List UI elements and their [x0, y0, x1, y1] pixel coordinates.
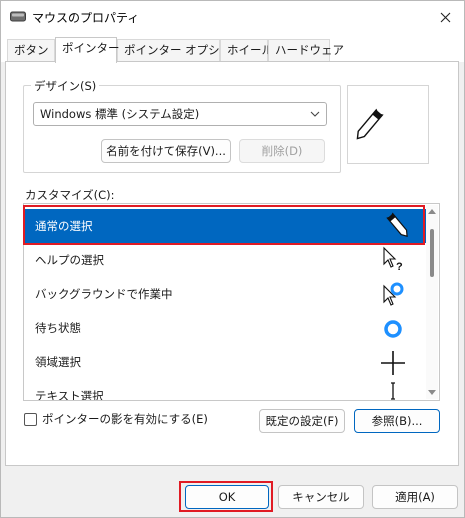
- list-item-label: テキスト選択: [35, 389, 104, 401]
- normal-select-preview-icon: [356, 108, 384, 140]
- scroll-down-icon[interactable]: [428, 390, 436, 395]
- design-group-label: デザイン(S): [31, 78, 100, 94]
- list-item[interactable]: ヘルプの選択 ?: [25, 243, 427, 277]
- pointer-scheme-value: Windows 標準 (システム設定): [40, 107, 200, 121]
- title-bar: マウスのプロパティ: [1, 1, 464, 34]
- pointer-shadow-checkbox[interactable]: [24, 412, 37, 426]
- close-button[interactable]: [432, 5, 458, 29]
- pointer-shadow-option[interactable]: ポインターの影を有効にする(E): [24, 411, 208, 427]
- cursor-preview: [347, 85, 429, 164]
- browse-button[interactable]: 参照(B)...: [354, 409, 440, 433]
- list-item-label: 待ち状態: [35, 321, 81, 335]
- working-in-background-cursor-icon: [383, 282, 404, 306]
- tab-hardware[interactable]: ハードウェア: [268, 39, 344, 62]
- close-icon: [440, 12, 450, 22]
- use-default-button[interactable]: 既定の設定(F): [259, 409, 345, 433]
- list-item-label: ヘルプの選択: [35, 253, 104, 267]
- list-item-label: 領域選択: [35, 355, 81, 369]
- selected-row-highlight: [23, 205, 425, 245]
- delete-button[interactable]: 削除(D): [239, 139, 325, 163]
- list-scrollbar[interactable]: [426, 205, 438, 399]
- tab-buttons[interactable]: ボタン: [7, 39, 55, 62]
- tab-wheel[interactable]: ホイール: [220, 39, 273, 62]
- list-item[interactable]: バックグラウンドで作業中: [25, 277, 427, 311]
- tab-pointer-options[interactable]: ポインター オプション: [117, 39, 243, 62]
- tab-strip: ボタン ポインター ポインター オプション ホイール ハードウェア: [1, 34, 464, 63]
- tab-pointers[interactable]: ポインター: [55, 37, 120, 63]
- svg-text:?: ?: [396, 261, 403, 273]
- pointer-shadow-label: ポインターの影を有効にする(E): [42, 412, 208, 426]
- mouse-properties-window: マウスのプロパティ ボタン ポインター ポインター オプション ホイール ハード…: [0, 0, 465, 518]
- customize-label: カスタマイズ(C):: [25, 188, 115, 202]
- window-title: マウスのプロパティ: [32, 11, 140, 25]
- busy-cursor-icon: [384, 320, 402, 338]
- scroll-up-icon[interactable]: [428, 209, 436, 214]
- list-item[interactable]: 領域選択: [25, 345, 427, 379]
- save-as-button[interactable]: 名前を付けて保存(V)...: [101, 139, 231, 163]
- text-select-cursor-icon: [391, 382, 395, 400]
- apply-button[interactable]: 適用(A): [372, 485, 458, 509]
- list-item-label: バックグラウンドで作業中: [35, 287, 173, 301]
- pointer-scheme-select[interactable]: Windows 標準 (システム設定): [33, 102, 327, 126]
- scroll-thumb[interactable]: [430, 229, 434, 277]
- chevron-down-icon: [310, 111, 320, 117]
- mouse-icon: [10, 11, 26, 22]
- list-item[interactable]: テキスト選択: [25, 379, 427, 401]
- ok-button-highlight: [179, 481, 273, 512]
- precision-select-cursor-icon: [381, 351, 405, 375]
- list-item[interactable]: 待ち状態: [25, 311, 427, 345]
- help-select-cursor-icon: ?: [383, 246, 403, 273]
- cancel-button[interactable]: キャンセル: [278, 485, 364, 509]
